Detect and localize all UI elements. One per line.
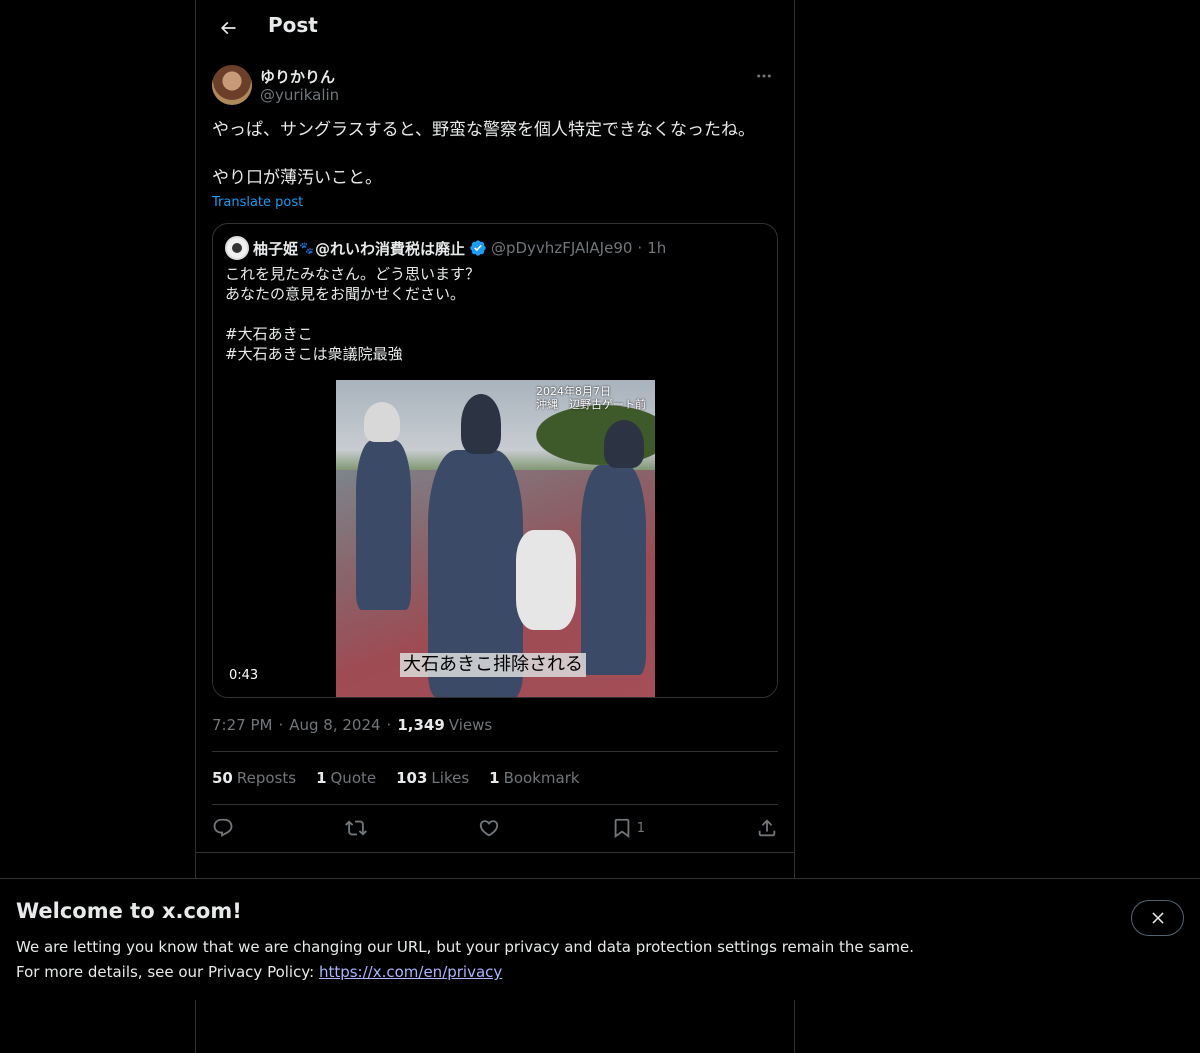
page-title: Post: [268, 13, 318, 37]
quotes-label: Quote: [330, 769, 377, 787]
bookmarks-stat[interactable]: 1 Bookmark: [489, 769, 579, 787]
like-icon: [479, 820, 499, 837]
video-player[interactable]: 2024年8月7日 沖縄 辺野古ゲート前 大石あきこ排除される 0:43: [213, 380, 777, 697]
likes-stat[interactable]: 103 Likes: [396, 769, 469, 787]
reply-icon: [213, 818, 233, 837]
banner-line-2-prefix: For more details, see our Privacy Policy…: [16, 963, 319, 981]
verified-badge-icon: [469, 239, 487, 257]
page-header: Post: [196, 0, 794, 54]
video-caption: 大石あきこ排除される: [400, 653, 586, 677]
action-bar: 1: [212, 812, 778, 844]
video-scene-officer-head: [364, 402, 400, 442]
author-name[interactable]: ゆりかりん: [260, 66, 335, 87]
banner-line-1: We are letting you know that we are chan…: [16, 938, 915, 956]
like-button[interactable]: [478, 817, 500, 839]
reply-button[interactable]: [212, 817, 234, 839]
video-duration: 0:43: [229, 668, 259, 683]
welcome-banner: Welcome to x.com! We are letting you kno…: [0, 878, 1200, 1000]
bookmark-button[interactable]: 1: [611, 817, 645, 839]
banner-line-2: For more details, see our Privacy Policy…: [16, 960, 914, 985]
quoted-avatar: [225, 236, 249, 260]
repost-button[interactable]: [344, 817, 367, 839]
quoted-author-name: 柚子姫: [253, 239, 299, 258]
quoted-post-header: 柚子姫 🐾 @れいわ消費税は廃止 @pDyvhzFJAlAJe90 · 1h: [225, 236, 666, 260]
post-meta: 7:27 PM · Aug 8, 2024 · 1,349 Views: [212, 715, 492, 735]
engagement-stats: 50 Reposts 1 Quote 103 Likes 1 Bookmark: [212, 768, 600, 788]
quoted-post-text: これを見たみなさん。どう思います？ あなたの意見をお聞かせください。 #大石あき…: [225, 265, 481, 363]
bookmarks-count: 1: [489, 769, 500, 787]
reposts-label: Reposts: [236, 769, 297, 787]
share-button[interactable]: [756, 817, 778, 839]
separator-dot: ·: [278, 716, 284, 734]
video-scene-officer-head: [461, 394, 501, 454]
bookmarks-label: Bookmark: [503, 769, 580, 787]
quotes-stat[interactable]: 1 Quote: [316, 769, 376, 787]
paw-icon: 🐾: [299, 241, 314, 255]
banner-title: Welcome to x.com!: [16, 899, 242, 923]
banner-text: We are letting you know that we are chan…: [16, 935, 914, 985]
views-label: Views: [448, 716, 493, 734]
quotes-count: 1: [316, 769, 327, 787]
likes-label: Likes: [431, 769, 470, 787]
reposts-stat[interactable]: 50 Reposts: [212, 769, 296, 787]
privacy-policy-link[interactable]: https://x.com/en/privacy: [319, 963, 502, 981]
close-icon: [1151, 912, 1164, 924]
video-scene-officer-head: [604, 420, 644, 468]
reposts-count: 50: [212, 769, 233, 787]
close-banner-button[interactable]: [1131, 900, 1184, 936]
avatar[interactable]: [212, 65, 252, 105]
divider: [212, 804, 778, 805]
quoted-post[interactable]: 柚子姫 🐾 @れいわ消費税は廃止 @pDyvhzFJAlAJe90 · 1h こ…: [212, 223, 778, 698]
likes-count: 103: [396, 769, 428, 787]
more-icon: [757, 74, 771, 78]
quoted-author-name-suffix: @れいわ消費税は廃止: [314, 239, 465, 258]
divider: [212, 751, 778, 752]
separator-dot: ·: [637, 239, 643, 257]
video-date-overlay: 2024年8月7日 沖縄 辺野古ゲート前: [536, 385, 646, 411]
post-time[interactable]: 7:27 PM: [212, 716, 272, 734]
bookmark-icon: [614, 818, 630, 839]
author-handle[interactable]: @yurikalin: [260, 86, 339, 104]
quoted-author-handle: @pDyvhzFJAlAJe90: [490, 239, 633, 257]
post-date[interactable]: Aug 8, 2024: [289, 716, 380, 734]
back-arrow-icon: [220, 21, 236, 35]
share-icon: [758, 819, 776, 837]
video-frame[interactable]: 2024年8月7日 沖縄 辺野古ゲート前 大石あきこ排除される: [336, 380, 655, 697]
bookmark-action-count: 1: [636, 820, 646, 836]
repost-icon: [344, 820, 367, 836]
video-scene-person: [516, 530, 576, 630]
video-scene-officer: [356, 440, 411, 610]
quoted-post-time: 1h: [647, 239, 667, 257]
back-button[interactable]: [212, 12, 244, 44]
video-scene-officer: [581, 465, 646, 675]
translate-post-link[interactable]: Translate post: [212, 195, 303, 210]
divider: [196, 852, 794, 853]
post-text: やっぱ、サングラスすると、野蛮な警察を個人特定できなくなったね。 やり口が薄汚い…: [212, 120, 755, 188]
views-count: 1,349: [397, 716, 445, 734]
separator-dot: ·: [386, 716, 392, 734]
post-author: ゆりかりん @yurikalin: [212, 64, 778, 108]
more-button[interactable]: [750, 64, 778, 88]
